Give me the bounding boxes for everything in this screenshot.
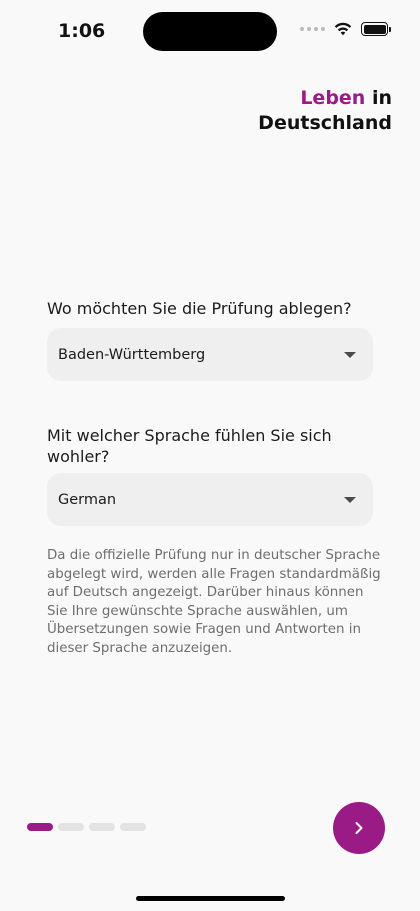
page-dot-1 [27,823,53,831]
cellular-signal-icon [300,27,325,31]
app-logo: Leben in Deutschland [258,86,392,136]
page-indicator [27,823,146,831]
language-select[interactable]: German [47,473,373,526]
logo-accent-word: Leben [300,87,366,109]
location-question: Wo möchten Sie die Prüfung ablegen? [47,299,352,318]
status-time: 1:06 [58,20,106,42]
battery-icon [361,22,391,36]
wifi-icon [334,22,352,36]
page-dot-4 [120,823,146,831]
language-info-text: Da die offizielle Prüfung nur in deutsch… [47,548,381,656]
dropdown-caret-icon [344,351,356,358]
chevron-right-icon [355,822,363,834]
location-select-value: Baden-Württemberg [58,346,206,363]
dynamic-island [143,12,277,51]
location-select[interactable]: Baden-Württemberg [47,328,373,381]
home-indicator[interactable] [136,896,285,901]
page-dot-3 [89,823,115,831]
status-icons [300,22,391,36]
next-button[interactable] [333,802,385,854]
language-select-value: German [58,491,117,508]
status-bar: 1:06 [0,0,420,64]
page-dot-2 [58,823,84,831]
logo-word-in: in [365,87,392,109]
language-question: Mit welcher Sprache fühlen Sie sich wohl… [47,426,332,466]
logo-word-deutschland: Deutschland [258,112,392,134]
dropdown-caret-icon [344,496,356,503]
